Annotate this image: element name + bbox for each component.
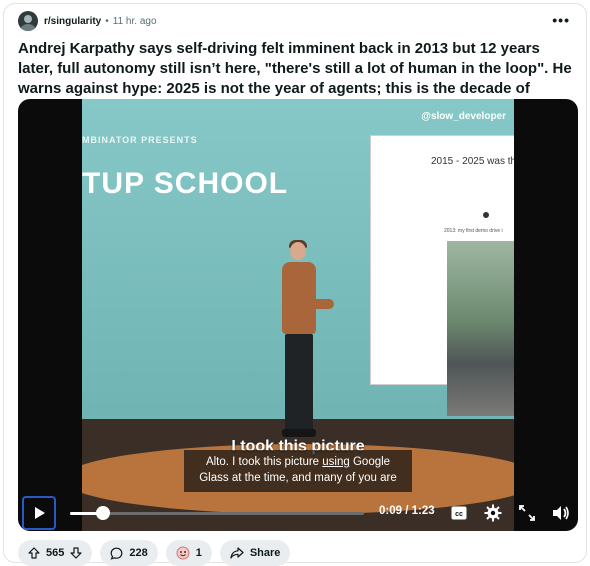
award-count: 1 (195, 547, 202, 559)
duration: 1:23 (411, 505, 435, 517)
progress-handle[interactable] (96, 506, 111, 520)
share-button[interactable]: Share (219, 540, 291, 566)
share-icon (230, 547, 244, 559)
video-player[interactable]: MBINATOR PRESENTS TUP SCHOOL 2015 - 2025… (18, 99, 578, 531)
slide-car-photo (447, 241, 514, 416)
subreddit-link[interactable]: r/singularity (44, 16, 101, 27)
play-icon (35, 507, 45, 519)
presentation-slide: 2015 - 2025 was th 2013: my first demo d… (370, 135, 514, 416)
fullscreen-button[interactable] (518, 504, 536, 522)
post-card: r/singularity • 11 hr. ago ••• Andrej Ka… (3, 3, 587, 566)
play-button[interactable] (22, 496, 56, 530)
comments-button[interactable]: 228 (100, 540, 158, 566)
caption-text-post: Google (349, 456, 391, 468)
cc-icon: cc (451, 506, 467, 520)
event-presenter-text: MBINATOR PRESENTS (82, 135, 198, 145)
volume-icon (553, 506, 569, 520)
cc-text: cc (455, 511, 463, 518)
caption-text-pre: Alto. I took this picture (205, 456, 323, 468)
progress-bar[interactable] (70, 506, 364, 520)
time-separator: / (402, 505, 412, 517)
time-display: 0:09 / 1:23 (379, 505, 435, 517)
award-icon (176, 546, 190, 560)
speaker-legs (285, 334, 313, 432)
slide-subtitle: 2013: my first demo drive i (444, 228, 503, 234)
slide-title: 2015 - 2025 was th (431, 156, 514, 167)
caption-line-1: Alto. I took this picture using Google (188, 454, 408, 470)
speaker-body (282, 262, 316, 334)
captions-button[interactable]: cc (450, 504, 468, 522)
event-name-text: TUP SCHOOL (82, 167, 289, 200)
vote-count: 565 (46, 547, 65, 559)
current-time: 0:09 (379, 505, 403, 517)
comment-count: 228 (129, 547, 148, 559)
settings-button[interactable] (484, 504, 502, 522)
subreddit-avatar[interactable] (18, 11, 38, 31)
meta-separator: • (105, 15, 109, 27)
vote-control: 565 (18, 540, 93, 566)
speaker-arm (310, 299, 334, 309)
downvote-icon[interactable] (70, 547, 82, 559)
speaker-head (290, 242, 306, 260)
caption-line-2: Glass at the time, and many of you are (199, 472, 397, 484)
more-options-button[interactable]: ••• (552, 12, 570, 28)
post-time: 11 hr. ago (112, 15, 157, 27)
post-meta: r/singularity • 11 hr. ago (18, 10, 157, 32)
more-icon: ••• (552, 12, 570, 28)
slide-timeline-dot (483, 212, 489, 218)
volume-button[interactable] (552, 504, 570, 522)
upvote-icon[interactable] (28, 547, 40, 559)
award-button[interactable]: 1 (165, 540, 212, 566)
video-controls: 0:09 / 1:23 cc (18, 495, 578, 531)
comment-icon (110, 547, 123, 560)
closed-caption-box: Alto. I took this picture using Google G… (184, 450, 412, 492)
post-actions: 565 228 1 Share (18, 540, 291, 566)
caption-text-underlined: using (322, 456, 350, 468)
fullscreen-icon (519, 505, 535, 521)
speaker-shoes (282, 429, 316, 437)
settings-gear-icon (484, 504, 502, 522)
video-watermark: @slow_developer (421, 111, 506, 122)
share-label: Share (249, 547, 281, 559)
